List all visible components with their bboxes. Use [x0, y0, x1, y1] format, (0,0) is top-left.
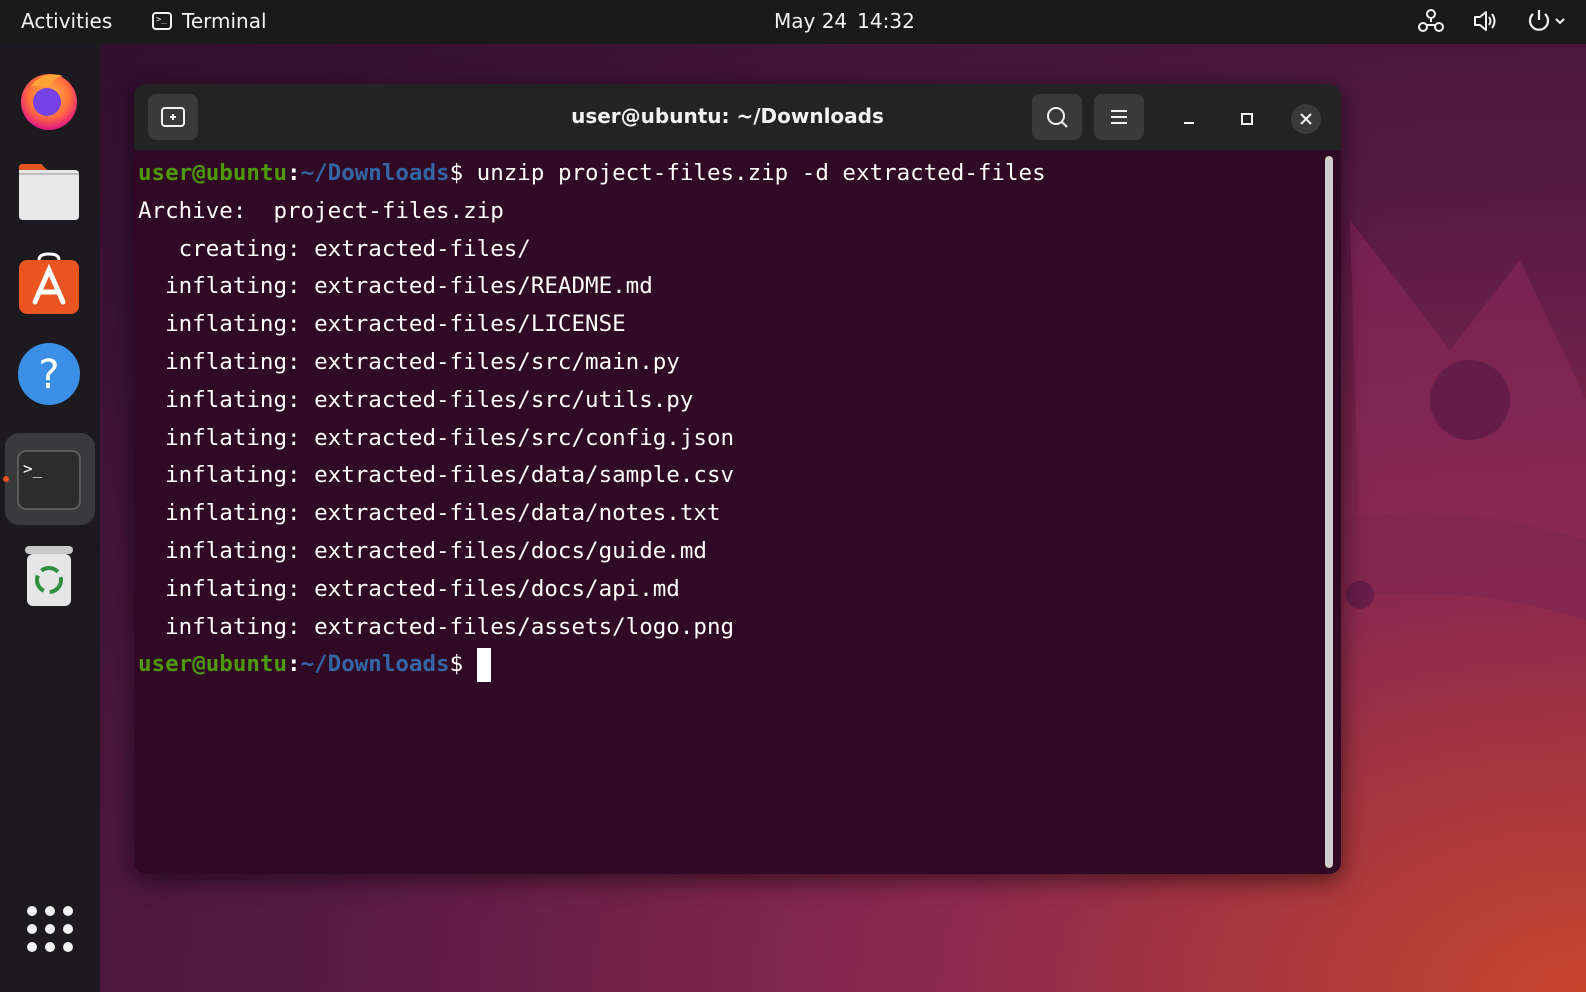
window-headerbar: user@ubuntu: ~/Downloads	[134, 84, 1341, 150]
minimize-button[interactable]	[1174, 104, 1204, 134]
prompt-user: user@ubuntu	[138, 651, 288, 678]
active-prompt-line: user@ubuntu:~/Downloads$	[138, 646, 1324, 684]
prompt-dollar: $	[449, 160, 464, 186]
scrollbar[interactable]	[1325, 156, 1333, 868]
files-icon	[19, 164, 79, 220]
close-button[interactable]	[1291, 104, 1321, 134]
svg-text:?: ?	[38, 352, 59, 398]
output-line: creating: extracted-files/	[138, 235, 531, 262]
clock-date: May 24	[774, 9, 848, 33]
activities-button[interactable]: Activities	[21, 9, 112, 33]
app-menu-terminal[interactable]: >_ Terminal	[152, 9, 267, 33]
firefox-icon	[21, 74, 77, 130]
output-line: inflating: extracted-files/src/config.js…	[138, 424, 735, 451]
output-line: inflating: extracted-files/README.md	[138, 273, 653, 300]
network-icon[interactable]	[1418, 8, 1444, 34]
command-text: unzip project-files.zip -d extracted-fil…	[463, 160, 1046, 186]
show-apps-button[interactable]	[27, 906, 73, 952]
volume-icon[interactable]	[1472, 8, 1498, 34]
output-line: inflating: extracted-files/src/main.py	[138, 348, 680, 375]
app-menu-label: Terminal	[182, 9, 267, 33]
minimize-icon	[1184, 122, 1194, 124]
dock-terminal[interactable]: >_	[17, 448, 81, 512]
prompt-user: user@ubuntu	[138, 160, 288, 186]
prompt-colon: :	[287, 651, 301, 678]
text-cursor	[477, 647, 492, 682]
output-line: inflating: extracted-files/data/notes.tx…	[138, 500, 721, 527]
top-bar: Activities >_ Terminal May 24 14:32	[0, 0, 1586, 44]
command-line: user@ubuntu:~/Downloads$ unzip project-f…	[138, 155, 1324, 193]
output-line: inflating: extracted-files/docs/guide.md	[138, 537, 707, 564]
output-line: inflating: extracted-files/src/utils.py	[138, 386, 694, 413]
running-indicator	[3, 476, 9, 482]
dock-firefox[interactable]	[17, 68, 81, 132]
search-button[interactable]	[1032, 94, 1082, 140]
software-icon	[19, 252, 79, 314]
apps-grid-icon	[27, 906, 37, 916]
dock-files[interactable]	[17, 160, 81, 224]
prompt-path: ~/Downloads	[300, 651, 450, 678]
menu-button[interactable]	[1094, 94, 1144, 140]
dock-software[interactable]	[17, 252, 81, 316]
terminal-icon: >_	[152, 12, 172, 30]
prompt-colon: :	[287, 160, 301, 186]
close-icon	[1300, 113, 1312, 125]
maximize-icon	[1241, 113, 1253, 125]
power-icon[interactable]	[1526, 8, 1566, 34]
output-line: Archive: project-files.zip	[138, 197, 504, 224]
help-icon: ?	[18, 343, 80, 405]
output-line: inflating: extracted-files/assets/logo.p…	[138, 613, 735, 640]
clock-time: 14:32	[857, 9, 915, 33]
search-icon	[1047, 107, 1068, 128]
system-tray[interactable]	[1418, 8, 1566, 34]
dock: ? >_	[0, 44, 100, 992]
hamburger-icon	[1111, 110, 1127, 124]
trash-icon	[25, 546, 73, 606]
dock-trash[interactable]	[17, 544, 81, 608]
wallpaper-mascot	[1330, 220, 1586, 620]
svg-text:>_: >_	[23, 459, 43, 478]
dock-help[interactable]: ?	[17, 342, 81, 406]
terminal-icon: >_	[17, 450, 81, 510]
maximize-button[interactable]	[1232, 104, 1262, 134]
clock[interactable]: May 24 14:32	[774, 9, 915, 33]
terminal-window: user@ubuntu: ~/Downloads user@ubuntu:~/D…	[134, 84, 1341, 874]
output-line: inflating: extracted-files/data/sample.c…	[138, 462, 735, 489]
prompt-dollar: $	[449, 651, 464, 678]
output-line: inflating: extracted-files/LICENSE	[138, 311, 626, 338]
output-line: inflating: extracted-files/docs/api.md	[138, 575, 680, 602]
terminal-output[interactable]: user@ubuntu:~/Downloads$ unzip project-f…	[134, 150, 1324, 874]
prompt-path: ~/Downloads	[300, 160, 450, 186]
